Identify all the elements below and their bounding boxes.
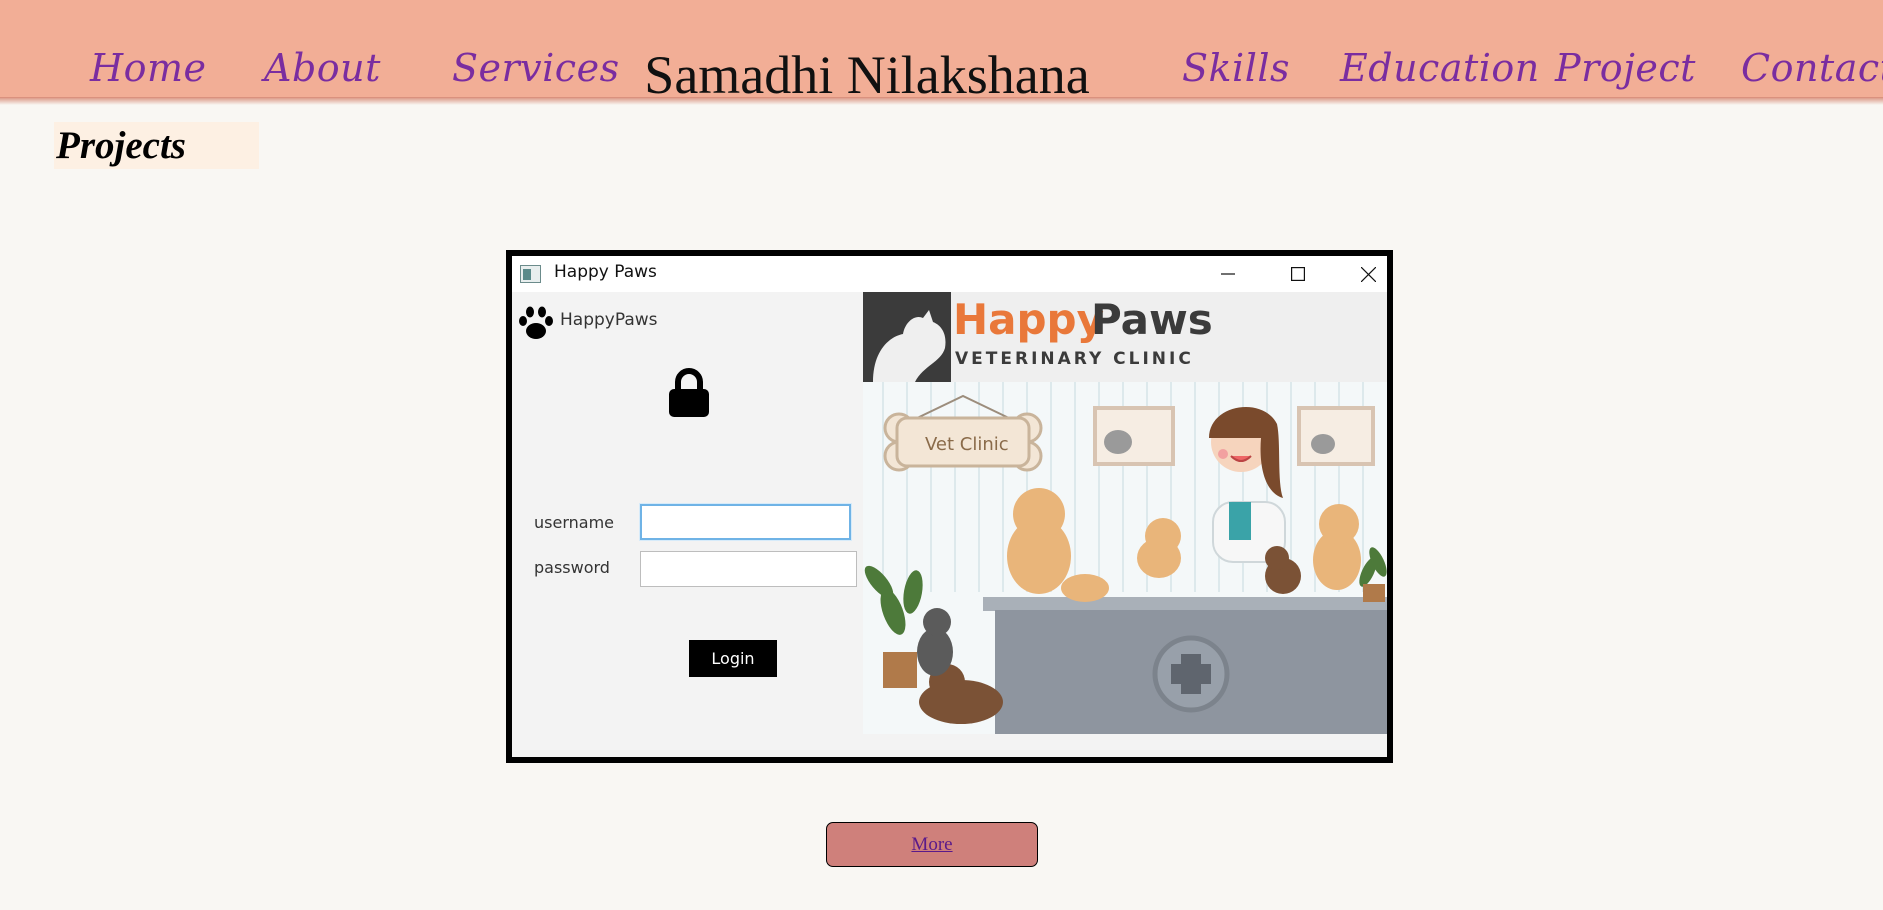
password-field bbox=[640, 551, 857, 587]
window-titlebar: Happy Paws bbox=[512, 256, 1387, 292]
nav-link-skills[interactable]: Skills bbox=[1182, 46, 1290, 90]
nav-link-contact[interactable]: Contact bbox=[1741, 46, 1883, 90]
minimize-icon bbox=[1198, 256, 1258, 292]
username-label: username bbox=[534, 513, 614, 532]
login-button: Login bbox=[689, 640, 777, 677]
nav-link-project[interactable]: Project bbox=[1555, 46, 1696, 90]
paw-icon bbox=[518, 306, 554, 344]
logo-subtitle: VETERINARY CLINIC bbox=[955, 349, 1194, 369]
nav-link-education[interactable]: Education bbox=[1340, 46, 1540, 90]
close-icon bbox=[1338, 256, 1398, 292]
maximize-icon bbox=[1268, 256, 1328, 292]
app-window-icon bbox=[520, 265, 541, 283]
lock-icon bbox=[668, 368, 710, 422]
vet-clinic-sign: Vet Clinic bbox=[925, 434, 1009, 455]
brand-label: HappyPaws bbox=[560, 310, 658, 330]
window-title: Happy Paws bbox=[554, 262, 657, 282]
login-panel: HappyPaws username password Login bbox=[512, 292, 862, 757]
project-screenshot: Happy Paws HappyPaws username password L… bbox=[506, 250, 1393, 763]
password-label: password bbox=[534, 558, 610, 577]
projects-heading: Projects bbox=[54, 122, 259, 169]
username-field bbox=[640, 504, 851, 540]
more-button[interactable]: More bbox=[826, 822, 1038, 867]
logo-happy: Happy bbox=[953, 295, 1104, 344]
clinic-illustration: Happy Paws VETERINARY CLINIC Vet Clinic bbox=[863, 292, 1387, 734]
more-button-label[interactable]: More bbox=[911, 834, 952, 856]
logo-paws: Paws bbox=[1091, 295, 1213, 344]
